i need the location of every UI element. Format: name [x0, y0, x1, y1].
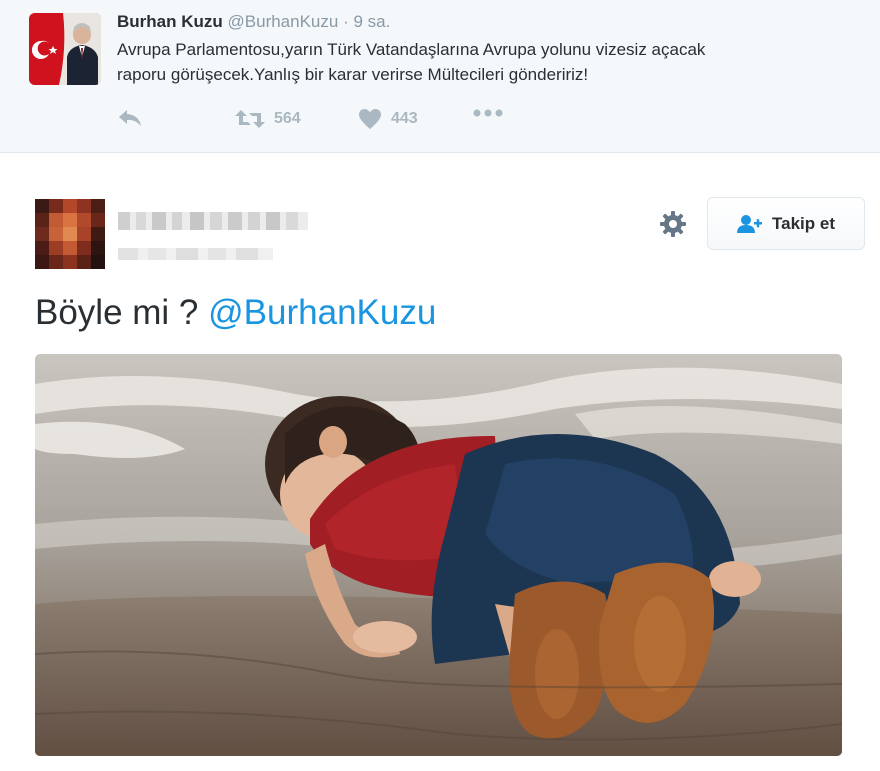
heart-icon: [359, 109, 381, 129]
reply-icon: [119, 110, 141, 126]
quoted-tweet-time[interactable]: 9 sa.: [353, 12, 390, 31]
quoted-author-avatar[interactable]: [29, 13, 101, 85]
follow-user-icon: [737, 214, 762, 233]
tweet-photo[interactable]: [35, 354, 842, 756]
quoted-header-separator: ·: [343, 12, 349, 31]
follow-button[interactable]: Takip et: [707, 197, 865, 250]
author-handle-blurred[interactable]: [118, 244, 273, 264]
gear-icon: [660, 211, 686, 237]
like-count: 443: [391, 110, 418, 127]
tweet-mention-link[interactable]: @BurhanKuzu: [208, 293, 436, 332]
quoted-tweet-text: Avrupa Parlamentosu,yarın Türk Vatandaşl…: [117, 37, 857, 87]
quoted-author-name[interactable]: Burhan Kuzu: [117, 12, 223, 31]
retweet-icon: [235, 110, 265, 128]
author-name-blurred[interactable]: [118, 208, 308, 234]
tweet-text: Böyle mi ? @BurhanKuzu: [35, 293, 436, 333]
like-button[interactable]: 443: [358, 108, 418, 130]
settings-button[interactable]: [657, 208, 689, 240]
reply-button[interactable]: [117, 108, 143, 128]
quoted-tweet-text-line: raporu görüşecek.Yanlış bir karar verirs…: [117, 65, 589, 84]
author-avatar-blurred[interactable]: [35, 199, 105, 269]
more-options-button[interactable]: [473, 108, 503, 118]
quoted-tweet-card[interactable]: Burhan Kuzu @BurhanKuzu · 9 sa. Avrupa P…: [0, 0, 880, 153]
quoted-author-handle[interactable]: @BurhanKuzu: [228, 12, 339, 31]
tweet-text-body: Böyle mi ?: [35, 293, 199, 332]
retweet-button[interactable]: 564: [235, 108, 301, 130]
more-icon: [473, 109, 503, 117]
retweet-count: 564: [274, 110, 301, 127]
follow-button-label: Takip et: [772, 213, 835, 233]
quoted-tweet-header: Burhan Kuzu @BurhanKuzu · 9 sa.: [117, 12, 390, 32]
quoted-tweet-text-line: Avrupa Parlamentosu,yarın Türk Vatandaşl…: [117, 40, 706, 59]
